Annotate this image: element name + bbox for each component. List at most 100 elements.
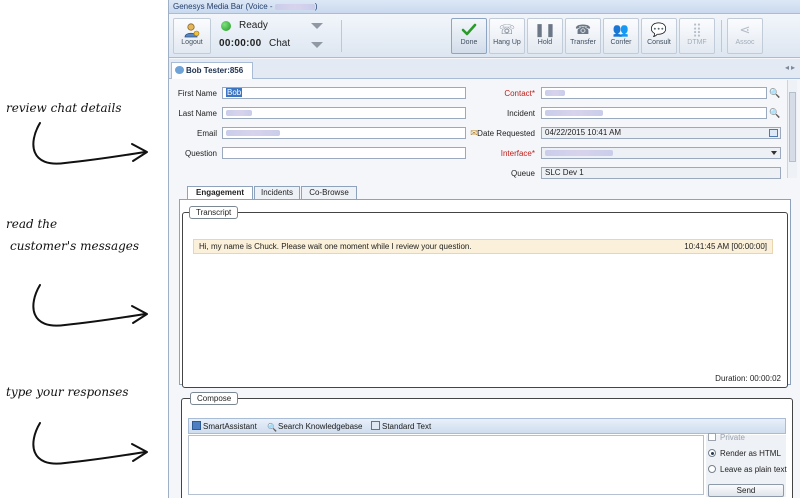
window-title: Genesys Media Bar (Voice - (173, 2, 275, 11)
date-requested-label: Date Requested (477, 129, 535, 138)
confer-button[interactable]: 👥 Confer (603, 18, 639, 54)
interface-select[interactable] (541, 147, 781, 159)
annotation-review-chat: review chat details (6, 101, 122, 115)
calendar-icon[interactable] (769, 129, 778, 137)
pause-icon: ❚❚ (534, 22, 556, 37)
private-checkbox[interactable]: Private (708, 433, 745, 442)
status-dropdown-icon[interactable] (311, 23, 323, 29)
tab-incidents[interactable]: Incidents (254, 186, 300, 200)
interaction-tab[interactable]: Bob Tester:856 (171, 62, 253, 79)
search-icon[interactable]: 🔍 (769, 88, 780, 98)
queue-field: SLC Dev 1 (541, 167, 781, 179)
question-label: Question (184, 149, 217, 158)
annotation-read-the: read the (6, 217, 58, 231)
search-icon[interactable]: 🔍 (769, 108, 780, 118)
chat-bubble-icon (175, 66, 184, 74)
chat-duration: Duration: 00:00:02 (715, 374, 781, 383)
contact-label: Contact* (504, 89, 535, 98)
document-icon (371, 421, 380, 430)
hang-up-icon: ☏ (498, 22, 516, 37)
private-label: Private (720, 433, 745, 442)
share-icon: ⋖ (739, 22, 751, 37)
check-icon (452, 19, 486, 39)
redacted-text (545, 109, 603, 116)
first-name-value: Bob (226, 88, 243, 97)
send-button[interactable]: Send (708, 484, 784, 497)
scrollbar-thumb[interactable] (789, 92, 796, 162)
incident-field[interactable] (541, 107, 767, 119)
plain-text-label: Leave as plain text (720, 465, 787, 474)
timer: 00:00:00 (219, 38, 262, 49)
plain-text-radio[interactable]: Leave as plain text (708, 465, 787, 474)
status-label: Ready (239, 20, 268, 31)
logout-label: Logout (181, 39, 203, 46)
hang-up-button[interactable]: ☏ Hang Up (489, 18, 525, 54)
question-field[interactable] (222, 147, 466, 159)
annotation-panel: review chat details read the customer's … (0, 0, 168, 498)
conference-icon: 👥 (612, 22, 630, 37)
confer-label: Confer (610, 39, 632, 46)
agent-status: Ready 00:00:00 Chat (217, 18, 337, 54)
checkbox-icon (708, 433, 716, 441)
first-name-field[interactable]: Bob (222, 87, 466, 99)
interaction-tab-label: Bob Tester:856 (186, 66, 244, 75)
compose-options: Private Render as HTML Leave as plain te… (706, 433, 787, 497)
consult-button[interactable]: 💬 Consult (641, 18, 677, 54)
hold-label: Hold (537, 39, 553, 46)
smart-assistant-button[interactable]: SmartAssistant (192, 421, 257, 433)
queue-label: Queue (510, 169, 535, 178)
annotation-type-responses: type your responses (6, 385, 129, 399)
media-dropdown-icon[interactable] (311, 42, 323, 48)
date-requested-value: 04/22/2015 10:41 AM (545, 128, 622, 137)
tab-engagement-label: Engagement (195, 188, 244, 197)
render-html-radio[interactable]: Render as HTML (708, 449, 781, 458)
interaction-tab-bar: Bob Tester:856 ◂▸ (169, 59, 800, 79)
standard-text-label: Standard Text (382, 422, 432, 431)
radio-selected-icon (708, 449, 716, 457)
date-requested-field[interactable]: 04/22/2015 10:41 AM (541, 127, 781, 139)
contact-field[interactable] (541, 87, 767, 99)
tab-co-browse[interactable]: Co-Browse (301, 186, 357, 200)
annotation-customer-messages: customer's messages (10, 239, 140, 253)
tab-co-browse-label: Co-Browse (309, 188, 349, 197)
media-bar-window: Genesys Media Bar (Voice - ) Logout Read… (168, 0, 800, 498)
consult-label: Consult (647, 39, 671, 46)
done-button[interactable]: Done (451, 18, 487, 54)
smart-assistant-icon (192, 421, 201, 430)
consult-icon: 💬 (650, 22, 668, 37)
search-knowledgebase-button[interactable]: 🔍Search Knowledgebase (267, 421, 363, 433)
tab-scroll-arrows-icon[interactable]: ◂▸ (785, 63, 797, 72)
arrow-annotation-3 (32, 422, 148, 465)
chat-message-text: Hi, my name is Chuck. Please wait one mo… (199, 242, 472, 251)
transcript-group: Transcript Hi, my name is Chuck. Please … (182, 206, 788, 388)
compose-title: Compose (190, 392, 239, 405)
ready-status-icon (221, 21, 231, 31)
standard-text-button[interactable]: Standard Text (371, 421, 431, 433)
redacted-text (226, 109, 252, 116)
last-name-field[interactable] (222, 107, 466, 119)
compose-textarea[interactable] (188, 435, 704, 495)
dtmf-button[interactable]: ⣿ DTMF (679, 18, 715, 54)
search-icon: 🔍 (267, 423, 277, 432)
toolbar-separator (721, 20, 722, 52)
incident-label: Incident (506, 109, 535, 118)
engagement-panel: Transcript Hi, my name is Chuck. Please … (179, 199, 791, 388)
transfer-label: Transfer (570, 39, 596, 46)
hold-button[interactable]: ❚❚ Hold (527, 18, 563, 54)
radio-icon (708, 465, 716, 473)
email-field[interactable] (222, 127, 466, 139)
redacted-text (545, 89, 565, 96)
window-titlebar: Genesys Media Bar (Voice - ) (169, 0, 800, 14)
transfer-button[interactable]: ☎ Transfer (565, 18, 601, 54)
arrow-annotation-1 (32, 122, 148, 165)
toolbar: Logout Ready 00:00:00 Chat Done ☏ Hang U… (169, 14, 800, 58)
search-knowledgebase-label: Search Knowledgebase (278, 422, 363, 431)
form-scrollbar[interactable] (787, 80, 797, 178)
email-label: Email (196, 129, 217, 138)
arrow-annotation-2 (32, 284, 148, 327)
user-icon (174, 19, 210, 39)
send-label: Send (736, 486, 756, 495)
assoc-button[interactable]: ⋖ Assoc (727, 18, 763, 54)
logout-button[interactable]: Logout (173, 18, 211, 54)
redacted-text (545, 149, 613, 156)
